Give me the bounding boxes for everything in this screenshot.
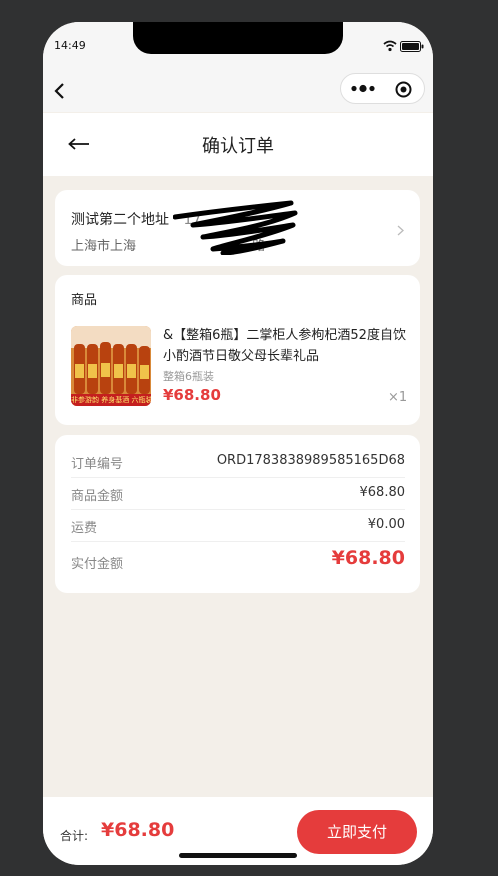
- notch: [133, 22, 343, 54]
- wifi-icon: [383, 40, 397, 52]
- home-indicator: [179, 853, 297, 858]
- total-label: 合计:: [60, 829, 89, 843]
- product-thumbnail[interactable]: 非参游韵 养身基酒 六瓶装: [71, 326, 151, 406]
- goods-amount-value: ¥68.80: [359, 485, 406, 500]
- chevron-left-icon[interactable]: [53, 82, 67, 100]
- capsule-menu: [340, 73, 425, 104]
- status-time: 14:49: [54, 39, 86, 52]
- target-circle-icon[interactable]: [395, 81, 412, 98]
- chevron-right-icon: [397, 225, 404, 236]
- order-number-label: 订单编号: [71, 457, 124, 472]
- shipping-value: ¥0.00: [367, 517, 405, 532]
- address-detail-text: 上海市上海: [71, 239, 137, 254]
- phone-screen: 14:49 确认订单 测试第二个地址 17 上海市上海 路 商品 非参游韵 养身…: [43, 22, 433, 865]
- status-bar: 14:49: [43, 22, 433, 70]
- shipping-label: 运费: [71, 521, 98, 536]
- shipping-row: 运费 ¥0.00: [71, 517, 405, 537]
- paid-amount-row: 实付金额 ¥68.80: [71, 547, 405, 573]
- redaction-scribble: [173, 200, 298, 255]
- goods-section-title: 商品: [71, 293, 98, 308]
- order-info-card: 订单编号 ORD1783838989585165D68 商品金额 ¥68.80 …: [55, 435, 420, 593]
- paid-amount-value: ¥68.80: [331, 547, 405, 569]
- address-card[interactable]: 测试第二个地址 17 上海市上海 路: [55, 190, 420, 266]
- goods-amount-row: 商品金额 ¥68.80: [71, 485, 405, 505]
- product-quantity: ×1: [388, 390, 408, 405]
- more-dots-icon[interactable]: [351, 84, 377, 93]
- product-price: ¥68.80: [163, 386, 221, 404]
- order-number-row: 订单编号 ORD1783838989585165D68: [71, 453, 405, 473]
- address-name: 测试第二个地址: [71, 212, 169, 228]
- paid-amount-label: 实付金额: [71, 557, 124, 572]
- goods-card: 商品 非参游韵 养身基酒 六瓶装 &【整箱6瓶】二掌柜人参枸杞酒52度自饮小酌酒…: [55, 275, 420, 425]
- page-title: 确认订单: [202, 136, 274, 157]
- product-image-banner: 非参游韵 养身基酒 六瓶装: [71, 396, 151, 404]
- order-number-value: ORD1783838989585165D68: [216, 453, 405, 468]
- goods-amount-label: 商品金额: [71, 489, 124, 504]
- divider: [71, 509, 405, 510]
- battery-icon: [400, 41, 424, 52]
- total-value: ¥68.80: [101, 819, 175, 841]
- pay-now-button[interactable]: 立即支付: [297, 810, 417, 854]
- divider: [71, 541, 405, 542]
- divider: [71, 477, 405, 478]
- product-name: &【整箱6瓶】二掌柜人参枸杞酒52度自饮小酌酒节日敬父母长辈礼品: [163, 328, 406, 364]
- product-spec: 整箱6瓶装: [163, 370, 214, 383]
